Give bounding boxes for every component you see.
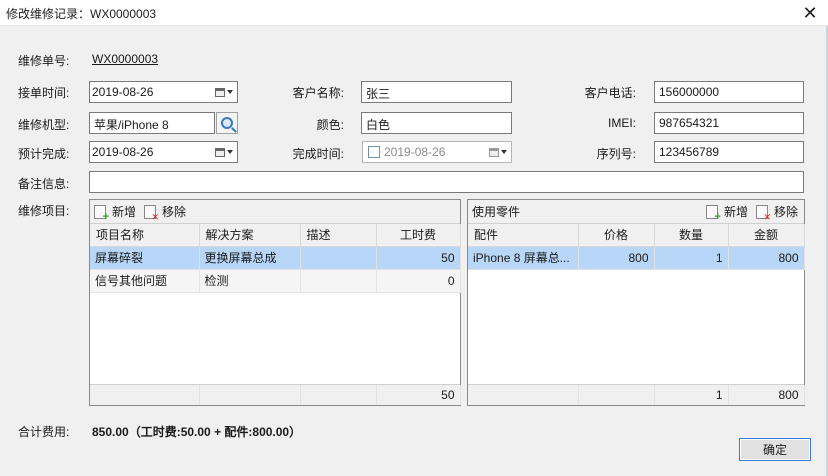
items-add-label: 新增 [112,205,137,219]
table-cell[interactable]: 检测 [199,269,301,293]
customer-phone-label: 客户电话: [584,86,636,100]
column-header[interactable]: 价格 [578,224,655,247]
parts-total-amount: 800 [728,385,805,405]
table-cell[interactable]: 800 [578,246,655,270]
close-button[interactable]: ✕ [792,0,828,26]
receive-time-value: 2019-08-26 [92,85,154,99]
window-title: 修改维修记录：WX0000003 [6,7,157,21]
model-input[interactable]: 苹果/iPhone 8 [89,112,215,134]
parts-add-label: 新增 [723,205,748,219]
calendar-dropdown[interactable] [211,142,237,162]
parts-add-button[interactable]: 新增 [705,203,748,223]
table-cell[interactable]: 屏幕碎裂 [90,246,200,270]
remove-icon [755,204,771,222]
table-cell[interactable]: 更换屏幕总成 [199,246,301,270]
customer-name-input[interactable]: 张三 [361,81,512,103]
items-grid[interactable]: 项目名称 解决方案 描述 工时费 屏幕碎裂 更换屏幕总成 50 信号其他问题 检… [90,224,461,293]
finish-time-checkbox[interactable] [368,146,380,158]
parts-grid[interactable]: 配件 价格 数量 金额 iPhone 8 屏幕总... 800 1 800 [468,224,805,270]
summary-cell [578,385,655,405]
chevron-down-icon [501,150,507,154]
order-no-label: 维修单号: [18,54,70,68]
items-total-fee: 50 [376,385,461,405]
total-cost-label: 合计费用: [18,425,70,439]
table-cell[interactable]: 50 [376,246,461,270]
chevron-down-icon [227,90,233,94]
add-icon [94,204,109,223]
summary-cell [90,385,200,405]
items-toolbar: 新增 移除 [90,200,460,224]
summary-cell [199,385,301,405]
order-no-link[interactable]: WX0000003 [92,52,158,66]
calendar-icon [215,147,225,157]
close-icon: ✕ [802,2,818,23]
table-cell[interactable]: 1 [654,246,729,270]
ok-button[interactable]: 确定 [739,438,811,461]
summary-cell [300,385,377,405]
remark-input[interactable] [89,171,804,193]
column-header[interactable]: 描述 [300,224,377,247]
total-cost-value: 850.00（工时费:50.00 + 配件:800.00） [92,425,302,439]
parts-remove-label: 移除 [773,205,798,219]
expected-label: 预计完成: [18,147,70,161]
parts-panel-title: 使用零件 [472,205,521,219]
calendar-icon [489,147,499,157]
color-input[interactable]: 白色 [361,112,512,134]
table-row[interactable]: 屏幕碎裂 更换屏幕总成 50 [90,246,461,270]
parts-total-qty: 1 [654,385,729,405]
table-row[interactable]: iPhone 8 屏幕总... 800 1 800 [468,246,805,270]
parts-panel: 使用零件 新增 移除 配件 价格 数量 金额 iPhone 8 屏幕总... 8… [467,199,805,406]
imei-label: IMEI: [607,116,636,130]
parts-remove-button[interactable]: 移除 [755,203,798,222]
items-remove-button[interactable]: 移除 [144,203,187,222]
table-cell[interactable] [300,246,377,270]
items-summary-row: 50 [90,384,461,405]
items-add-button[interactable]: 新增 [94,203,137,223]
summary-cell [468,385,579,405]
serial-input[interactable]: 123456789 [654,141,804,163]
table-row[interactable]: 信号其他问题 检测 0 [90,269,461,293]
table-cell[interactable] [300,269,377,293]
finish-time-value: 2019-08-26 [384,145,446,159]
column-header[interactable]: 项目名称 [90,224,200,247]
customer-phone-input[interactable]: 156000000 [654,81,804,103]
items-label: 维修项目: [18,204,70,218]
model-label: 维修机型: [18,118,70,132]
parts-summary-row: 1 800 [468,384,805,405]
calendar-dropdown[interactable] [485,142,511,162]
customer-name-label: 客户名称: [292,86,344,100]
serial-label: 序列号: [596,147,636,161]
chevron-down-icon [227,150,233,154]
expected-date-picker[interactable]: 2019-08-26 [89,141,238,163]
remove-icon [144,204,159,222]
finish-time-label: 完成时间: [292,147,344,161]
items-remove-label: 移除 [162,205,187,219]
remark-label: 备注信息: [18,177,70,191]
column-header[interactable]: 配件 [468,224,579,247]
calendar-dropdown[interactable] [211,82,237,102]
finish-time-picker[interactable]: 2019-08-26 [362,141,512,163]
column-header[interactable]: 解决方案 [199,224,301,247]
repair-items-panel: 新增 移除 项目名称 解决方案 描述 工时费 屏幕碎裂 更换屏幕总成 50 [89,199,461,406]
imei-input[interactable]: 987654321 [654,112,804,134]
table-cell[interactable]: 0 [376,269,461,293]
parts-toolbar: 使用零件 新增 移除 [468,200,804,224]
model-search-button[interactable] [216,112,238,134]
column-header[interactable]: 工时费 [376,224,461,247]
title-bar: 修改维修记录：WX0000003 ✕ [0,0,828,26]
table-cell[interactable]: 信号其他问题 [90,269,200,293]
search-icon [221,117,233,129]
expected-date-value: 2019-08-26 [92,145,154,159]
table-cell[interactable]: iPhone 8 屏幕总... [468,246,579,270]
color-label: 颜色: [316,118,344,132]
calendar-icon [215,87,225,97]
table-cell[interactable]: 800 [728,246,805,270]
column-header[interactable]: 数量 [654,224,729,247]
add-icon [705,204,721,223]
receive-time-picker[interactable]: 2019-08-26 [89,81,238,103]
column-header[interactable]: 金额 [728,224,805,247]
receive-time-label: 接单时间: [18,86,70,100]
